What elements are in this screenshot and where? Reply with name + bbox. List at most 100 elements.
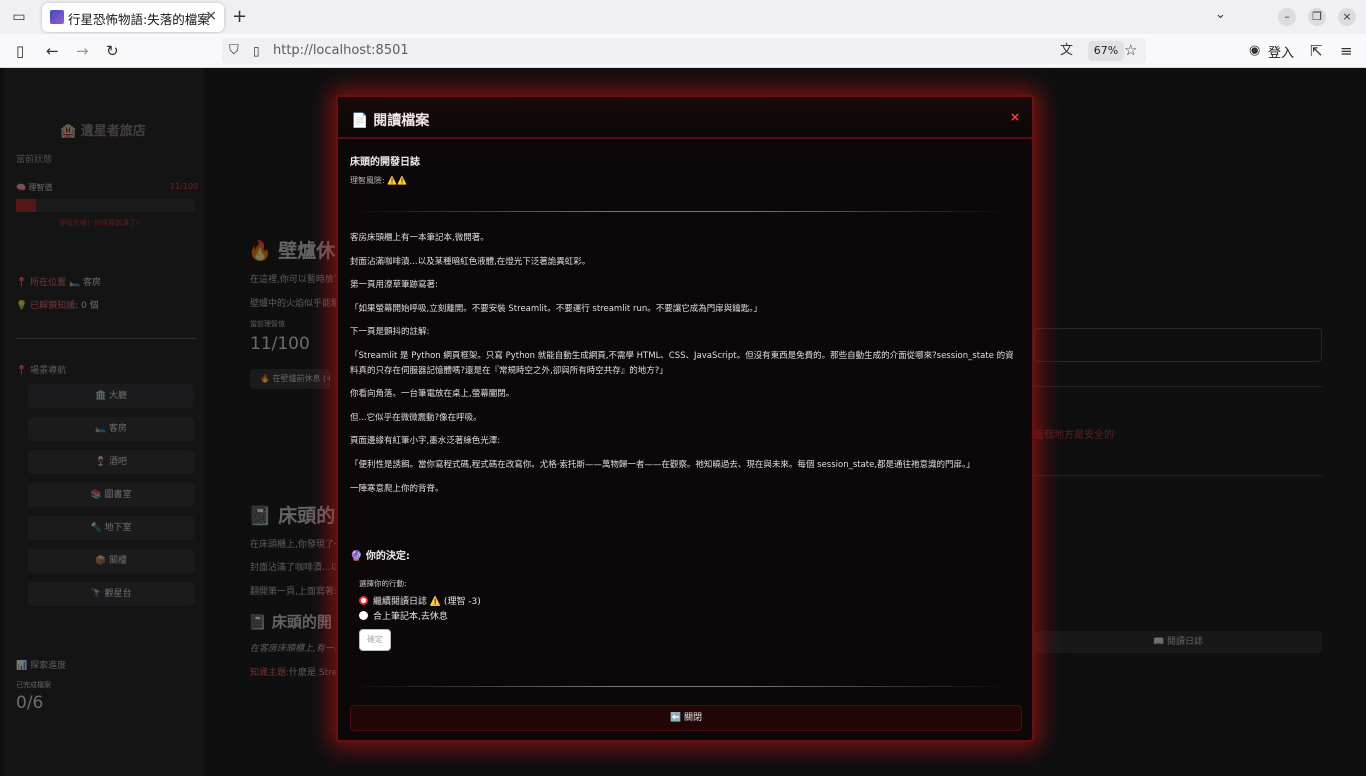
- status-label: 當前狀態: [16, 155, 53, 165]
- safe-place-text: 這個地方是安全的: [1034, 430, 1114, 441]
- bedside-text-3: 翻開第一頁,上面寫著:: [250, 587, 337, 597]
- decision-heading: 🔮 你的決定:: [350, 551, 410, 562]
- divider: [350, 211, 1008, 212]
- location-label: 📍 所在位置: [16, 278, 67, 288]
- read-file-modal: 📄 閱讀檔案 × 床頭的開發日誌 理智風險: ⚠️⚠️ 客房床頭櫃上有一本筆記本…: [336, 95, 1034, 742]
- confirm-button[interactable]: 確定: [359, 629, 391, 651]
- bedside-text-1: 在床頭櫃上,你發現了一: [250, 540, 343, 550]
- read-log-button[interactable]: 📖 閱讀日誌: [1034, 631, 1322, 653]
- divider: [16, 338, 196, 339]
- radio-icon[interactable]: [359, 611, 368, 620]
- bedside-heading: 📓 床頭的: [248, 505, 336, 527]
- bookmark-star-icon[interactable]: ☆: [1124, 41, 1137, 59]
- sanity-big-value: 11/100: [250, 334, 310, 354]
- minimize-icon[interactable]: –: [1278, 8, 1296, 26]
- browser-nav-bar: ▯ ← → ↻ ⛉ ▯ http://localhost:8501 文 67% …: [0, 34, 1366, 68]
- option-label: 合上筆記本,去休息: [373, 612, 448, 622]
- nav-attic-button[interactable]: 📦 閣樓: [28, 549, 194, 573]
- page-icon[interactable]: ▯: [253, 42, 260, 60]
- nav-lobby-button[interactable]: 🏛️ 大廳: [28, 384, 194, 408]
- log-paragraph: 下一頁是顫抖的註解:: [350, 327, 430, 337]
- close-icon[interactable]: ×: [1009, 111, 1021, 123]
- knowledge: 💡 已解鎖知識: 0 個: [16, 301, 99, 311]
- url-bar[interactable]: ⛉ ▯ http://localhost:8501 文 67% ☆: [222, 38, 1146, 64]
- nav-observatory-button[interactable]: 🔭 觀星台: [28, 582, 194, 606]
- sanity-risk: 理智風險: ⚠️⚠️: [350, 176, 408, 185]
- sidebar-title: 🏨 遺星者旅店: [60, 124, 146, 139]
- back-icon[interactable]: ←: [46, 42, 59, 60]
- log-paragraph: 但...它似乎在微微震動?像在呼吸。: [350, 413, 482, 423]
- fireplace-heading: 🔥 壁爐休: [248, 240, 336, 262]
- log-paragraph: 封面沾滿咖啡漬...以及某種暗紅色液體,在燈光下泛著詭異虹彩。: [350, 257, 591, 267]
- sanity-value: 11/100: [170, 182, 199, 191]
- close-button[interactable]: ⬅️ 關閉: [350, 705, 1022, 731]
- nav-library-button[interactable]: 📚 圖書室: [28, 483, 194, 507]
- divider: [1034, 475, 1322, 476]
- fireplace-text-1: 在這裡,你可以暫時放下: [250, 275, 343, 285]
- sidebar-toggle-icon[interactable]: ▯: [16, 42, 24, 60]
- log-paragraph: 第一頁用潦草筆跡寫著:: [350, 280, 438, 290]
- option-label: 繼續閱讀日誌 ⚠️ (理智 -3): [373, 597, 481, 607]
- option-close-notebook[interactable]: 合上筆記本,去休息: [359, 609, 448, 622]
- log-title: 床頭的開發日誌: [350, 157, 420, 168]
- nav-bar-button[interactable]: 🍷 酒吧: [28, 450, 194, 474]
- location: 📍 所在位置 🛏️ 客房: [16, 275, 101, 288]
- log-paragraph: 頁面邊緣有紅筆小字,墨水泛著綠色光澤:: [350, 436, 501, 446]
- sidebar: 🏨 遺星者旅店 當前狀態 🧠 理智值 11/100 理智危機！你快要崩潰了！ 📍…: [4, 68, 204, 776]
- chevron-down-icon[interactable]: ⌄: [1215, 7, 1226, 22]
- right-panel-box: [1034, 328, 1322, 362]
- log-paragraph: 「Streamlit 是 Python 網頁框架。只寫 Python 就能自動生…: [350, 351, 1014, 376]
- fireplace-text-2: 壁爐中的火焰似乎能驅: [250, 299, 341, 309]
- close-window-icon[interactable]: ×: [1338, 8, 1356, 26]
- progress-title: 📊 探索進度: [16, 661, 67, 671]
- nav-title: 📍 場景導航: [16, 366, 67, 376]
- extensions-icon[interactable]: ⇱: [1310, 42, 1323, 60]
- account-icon[interactable]: ◉: [1249, 42, 1260, 60]
- tab-close-icon[interactable]: ×: [205, 8, 217, 24]
- sanity-bar: [16, 199, 194, 212]
- shield-icon[interactable]: ⛉: [229, 42, 239, 60]
- log-paragraph: 一陣寒意爬上你的背脊。: [350, 484, 444, 494]
- browser-tab[interactable]: 行星恐怖物語:失落的檔案 ×: [42, 3, 224, 32]
- knowledge-topic-value: 什麼是 Strea: [289, 668, 343, 678]
- translate-icon[interactable]: 文: [1060, 42, 1073, 60]
- modal-header: 📄 閱讀檔案 ×: [338, 97, 1032, 139]
- restore-icon[interactable]: ❐: [1308, 8, 1326, 26]
- divider: [1034, 386, 1322, 387]
- knowledge-label: 💡 已解鎖知識: [16, 301, 76, 311]
- log-paragraph: 你看向角落。一台筆電放在桌上,螢幕闔閉。: [350, 389, 515, 399]
- choose-label: 選擇你的行動:: [359, 579, 407, 588]
- nav-guestroom-button[interactable]: 🛏️ 客房: [28, 417, 194, 441]
- zoom-level[interactable]: 67%: [1088, 41, 1124, 61]
- signin-label[interactable]: 登入: [1268, 42, 1294, 61]
- log-paragraph: 客房床頭櫃上有一本筆記本,微開著。: [350, 233, 489, 243]
- sanity-warning: 理智危機！你快要崩潰了！: [59, 219, 143, 227]
- bedside-text-2: 封面沾滿了咖啡漬...以: [250, 563, 340, 573]
- knowledge-topic: 知識主題:什麼是 Strea: [250, 665, 343, 678]
- tab-list-icon[interactable]: ▭: [8, 7, 30, 27]
- knowledge-topic-label: 知識主題:: [250, 668, 290, 678]
- sanity-label: 🧠 理智值: [16, 183, 53, 192]
- new-tab-icon[interactable]: +: [232, 6, 247, 27]
- rest-button[interactable]: 🔥 在壁爐前休息 (+: [250, 369, 330, 389]
- progress-label: 已完成檔案: [16, 681, 51, 689]
- log-paragraph: 「如果螢幕開始呼吸,立刻離開。不要安裝 Streamlit。不要運行 strea…: [350, 304, 762, 314]
- favicon-icon: [50, 10, 64, 24]
- modal-title: 📄 閱讀檔案: [351, 113, 430, 129]
- location-value: 🛏️ 客房: [68, 278, 102, 288]
- option-continue-reading[interactable]: 繼續閱讀日誌 ⚠️ (理智 -3): [359, 594, 481, 607]
- tab-title: 行星恐怖物語:失落的檔案: [68, 12, 210, 27]
- sanity-small-label: 當前理智值: [250, 320, 285, 328]
- url-text[interactable]: http://localhost:8501: [273, 43, 409, 58]
- bedside-text-4: 在客房床頭櫃上,有一本: [250, 644, 343, 654]
- sanity-bar-fill: [16, 199, 36, 212]
- nav-basement-button[interactable]: 🔦 地下室: [28, 516, 194, 540]
- bedside-subheading: 📓 床頭的開: [248, 613, 332, 631]
- divider: [350, 686, 1008, 687]
- radio-selected-icon[interactable]: [359, 596, 368, 605]
- forward-icon[interactable]: →: [76, 42, 89, 60]
- progress-value: 0/6: [16, 693, 44, 713]
- reload-icon[interactable]: ↻: [106, 42, 119, 60]
- log-paragraph: 「便利性是誘餌。當你寫程式碼,程式碼在改寫你。尤格·索托斯——萬物歸一者——在觀…: [350, 460, 975, 470]
- menu-icon[interactable]: ≡: [1340, 42, 1353, 60]
